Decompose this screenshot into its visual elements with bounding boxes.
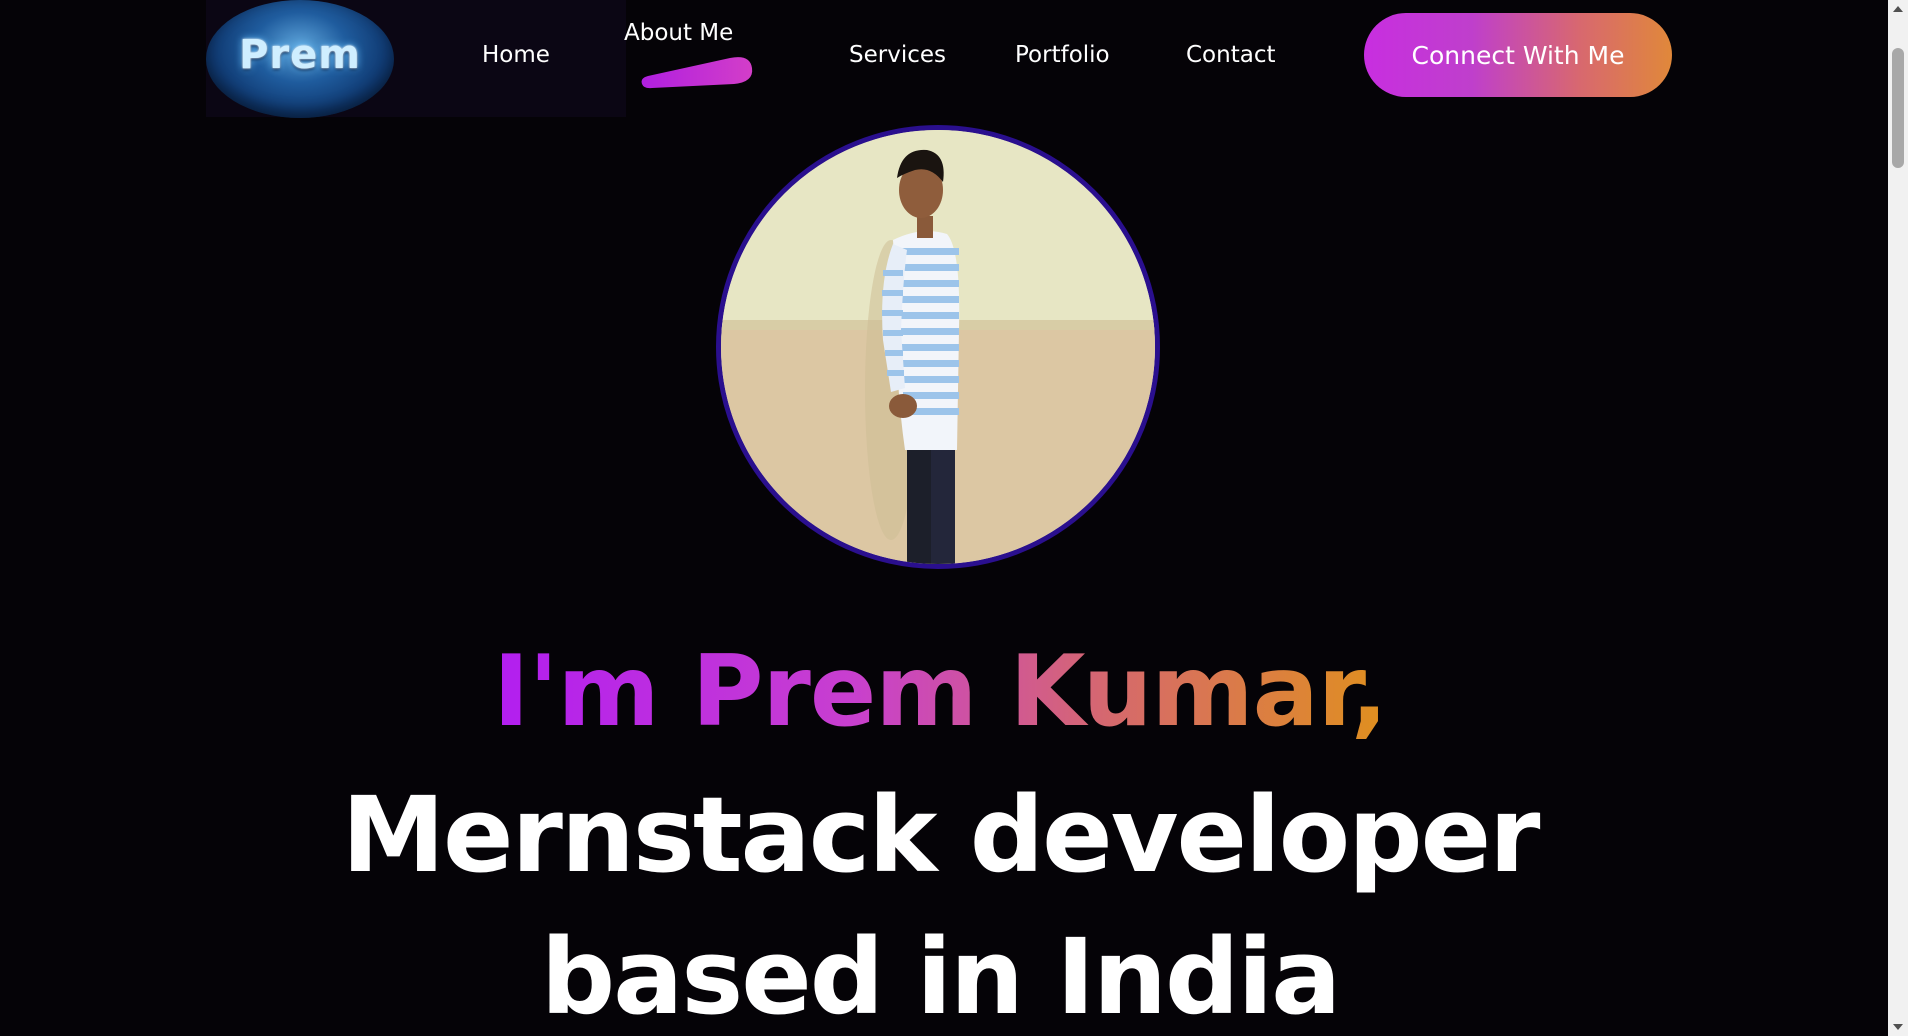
active-nav-underline-icon: [641, 57, 753, 89]
hero-title-line-3: based in India: [540, 916, 1342, 1036]
hero-title-line-2: Mernstack developer: [341, 774, 1541, 896]
scroll-down-arrow-icon[interactable]: [1893, 1024, 1903, 1030]
nav-services-link[interactable]: Services: [849, 42, 946, 68]
scrollbar-thumb[interactable]: [1892, 48, 1904, 168]
nav-portfolio-link[interactable]: Portfolio: [1015, 42, 1110, 68]
profile-photo-illustration: [721, 130, 1155, 564]
nav-contact-link[interactable]: Contact: [1186, 42, 1275, 68]
scroll-up-arrow-icon[interactable]: [1893, 6, 1903, 12]
nav-about-link[interactable]: About Me: [624, 20, 733, 46]
profile-photo: [716, 125, 1160, 569]
hero-greeting-text: I'm Prem Kumar,: [493, 635, 1388, 749]
nav-home-link[interactable]: Home: [482, 42, 550, 68]
hero-greeting: I'm Prem Kumar,: [0, 632, 1880, 752]
portfolio-page: Prem Home About Me Services Portfolio Co…: [0, 0, 1908, 1036]
logo-text: Prem: [239, 32, 361, 78]
connect-with-me-button[interactable]: Connect With Me: [1364, 13, 1672, 97]
vertical-scrollbar[interactable]: [1888, 0, 1908, 1036]
logo[interactable]: Prem: [206, 0, 394, 118]
